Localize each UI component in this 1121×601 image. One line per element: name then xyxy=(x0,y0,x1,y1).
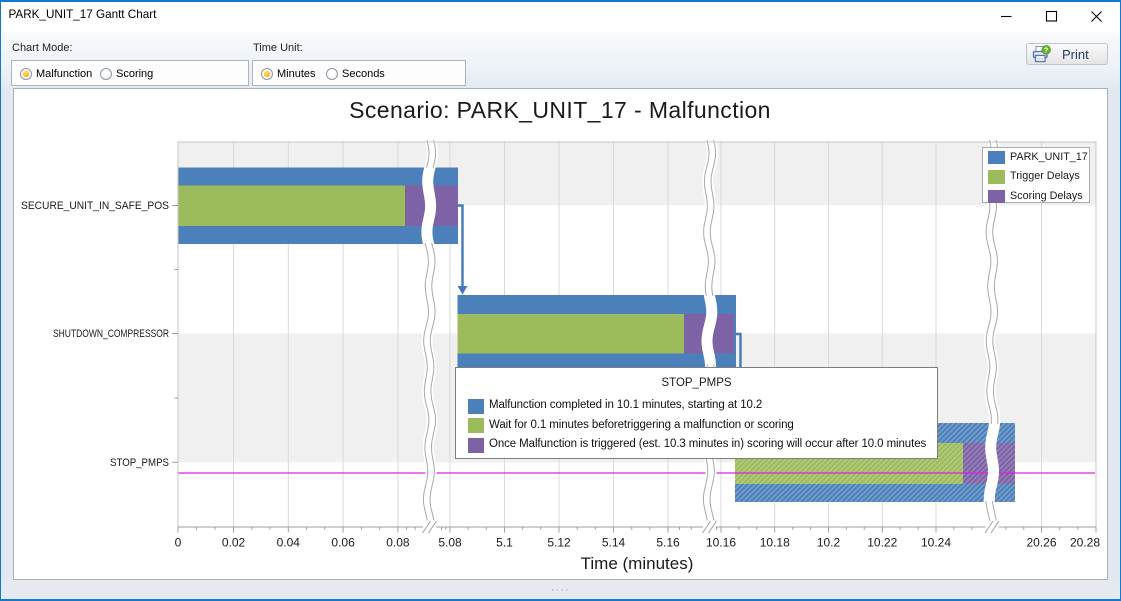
svg-text:0.02: 0.02 xyxy=(222,536,246,550)
svg-text:10.22: 10.22 xyxy=(867,536,897,550)
svg-text:10.24: 10.24 xyxy=(921,536,951,550)
svg-text:SHUTDOWN_COMPRESSOR: SHUTDOWN_COMPRESSOR xyxy=(53,328,169,340)
svg-text:5.16: 5.16 xyxy=(656,536,680,550)
svg-text:10.2: 10.2 xyxy=(817,536,841,550)
svg-text:0.06: 0.06 xyxy=(331,536,355,550)
svg-text:?: ? xyxy=(1044,47,1048,54)
svg-text:5.14: 5.14 xyxy=(602,536,626,550)
svg-text:STOP_PMPS: STOP_PMPS xyxy=(110,457,169,469)
svg-text:10.16: 10.16 xyxy=(706,536,736,550)
svg-text:20.26: 20.26 xyxy=(1026,536,1056,550)
svg-text:0.08: 0.08 xyxy=(386,536,410,550)
svg-text:0.04: 0.04 xyxy=(277,536,301,550)
svg-text:10.18: 10.18 xyxy=(760,536,790,550)
svg-text:Time (minutes): Time (minutes) xyxy=(581,554,694,573)
svg-text:5.1: 5.1 xyxy=(496,536,513,550)
svg-text:20.28: 20.28 xyxy=(1070,536,1100,550)
svg-text:0: 0 xyxy=(175,536,182,550)
svg-text:SECURE_UNIT_IN_SAFE_POS: SECURE_UNIT_IN_SAFE_POS xyxy=(21,200,169,212)
svg-text:5.12: 5.12 xyxy=(547,536,571,550)
svg-text:5.08: 5.08 xyxy=(438,536,462,550)
